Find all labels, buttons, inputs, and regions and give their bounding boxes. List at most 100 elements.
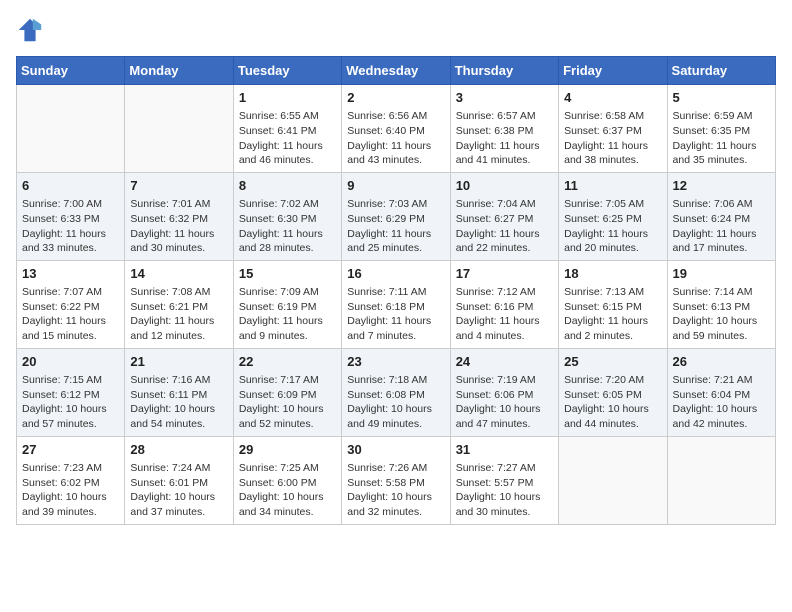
- day-info: Sunrise: 7:08 AM Sunset: 6:21 PM Dayligh…: [130, 285, 227, 344]
- day-number: 6: [22, 177, 119, 195]
- day-info: Sunrise: 7:06 AM Sunset: 6:24 PM Dayligh…: [673, 197, 770, 256]
- calendar-day-cell: 9 Sunrise: 7:03 AM Sunset: 6:29 PM Daylig…: [342, 172, 450, 260]
- weekday-header: Wednesday: [342, 57, 450, 85]
- day-number: 1: [239, 89, 336, 107]
- calendar-day-cell: 13 Sunrise: 7:07 AM Sunset: 6:22 PM Dayli…: [17, 260, 125, 348]
- day-info: Sunrise: 7:04 AM Sunset: 6:27 PM Dayligh…: [456, 197, 553, 256]
- calendar-week-row: 27Sunrise: 7:23 AM Sunset: 6:02 PM Dayli…: [17, 436, 776, 524]
- calendar-day-cell: 3 Sunrise: 6:57 AM Sunset: 6:38 PM Daylig…: [450, 85, 558, 173]
- day-number: 21: [130, 353, 227, 371]
- day-info: Sunrise: 7:05 AM Sunset: 6:25 PM Dayligh…: [564, 197, 661, 256]
- day-info: Sunrise: 7:26 AM Sunset: 5:58 PM Dayligh…: [347, 461, 444, 520]
- day-info: Sunrise: 7:20 AM Sunset: 6:05 PM Dayligh…: [564, 373, 661, 432]
- day-info: Sunrise: 6:57 AM Sunset: 6:38 PM Dayligh…: [456, 109, 553, 168]
- day-number: 22: [239, 353, 336, 371]
- day-info: Sunrise: 6:56 AM Sunset: 6:40 PM Dayligh…: [347, 109, 444, 168]
- day-info: Sunrise: 7:02 AM Sunset: 6:30 PM Dayligh…: [239, 197, 336, 256]
- calendar-day-cell: 14 Sunrise: 7:08 AM Sunset: 6:21 PM Dayli…: [125, 260, 233, 348]
- calendar-day-cell: 2 Sunrise: 6:56 AM Sunset: 6:40 PM Daylig…: [342, 85, 450, 173]
- day-number: 25: [564, 353, 661, 371]
- day-number: 5: [673, 89, 770, 107]
- day-number: 18: [564, 265, 661, 283]
- day-number: 12: [673, 177, 770, 195]
- day-info: Sunrise: 7:03 AM Sunset: 6:29 PM Dayligh…: [347, 197, 444, 256]
- day-number: 15: [239, 265, 336, 283]
- day-number: 14: [130, 265, 227, 283]
- calendar-day-cell: 20 Sunrise: 7:15 AM Sunset: 6:12 PM Dayli…: [17, 348, 125, 436]
- calendar-day-cell: 1 Sunrise: 6:55 AM Sunset: 6:41 PM Daylig…: [233, 85, 341, 173]
- day-number: 26: [673, 353, 770, 371]
- calendar-day-cell: [559, 436, 667, 524]
- day-number: 13: [22, 265, 119, 283]
- day-info: Sunrise: 7:09 AM Sunset: 6:19 PM Dayligh…: [239, 285, 336, 344]
- day-info: Sunrise: 6:58 AM Sunset: 6:37 PM Dayligh…: [564, 109, 661, 168]
- day-info: Sunrise: 7:24 AM Sunset: 6:01 PM Dayligh…: [130, 461, 227, 520]
- day-number: 3: [456, 89, 553, 107]
- calendar-week-row: 1 Sunrise: 6:55 AM Sunset: 6:41 PM Daylig…: [17, 85, 776, 173]
- logo-icon: [16, 16, 44, 44]
- calendar-week-row: 6 Sunrise: 7:00 AM Sunset: 6:33 PM Daylig…: [17, 172, 776, 260]
- day-number: 20: [22, 353, 119, 371]
- weekday-header: Monday: [125, 57, 233, 85]
- day-number: 24: [456, 353, 553, 371]
- day-info: Sunrise: 7:07 AM Sunset: 6:22 PM Dayligh…: [22, 285, 119, 344]
- weekday-header: Sunday: [17, 57, 125, 85]
- calendar-day-cell: 26 Sunrise: 7:21 AM Sunset: 6:04 PM Dayli…: [667, 348, 775, 436]
- day-number: 11: [564, 177, 661, 195]
- calendar-day-cell: 23Sunrise: 7:18 AM Sunset: 6:08 PM Dayli…: [342, 348, 450, 436]
- weekday-header: Saturday: [667, 57, 775, 85]
- day-info: Sunrise: 7:15 AM Sunset: 6:12 PM Dayligh…: [22, 373, 119, 432]
- day-number: 9: [347, 177, 444, 195]
- day-info: Sunrise: 7:27 AM Sunset: 5:57 PM Dayligh…: [456, 461, 553, 520]
- calendar-day-cell: [17, 85, 125, 173]
- calendar-day-cell: 15 Sunrise: 7:09 AM Sunset: 6:19 PM Dayli…: [233, 260, 341, 348]
- day-info: Sunrise: 7:16 AM Sunset: 6:11 PM Dayligh…: [130, 373, 227, 432]
- day-info: Sunrise: 6:55 AM Sunset: 6:41 PM Dayligh…: [239, 109, 336, 168]
- calendar-day-cell: [667, 436, 775, 524]
- day-number: 29: [239, 441, 336, 459]
- calendar-day-cell: [125, 85, 233, 173]
- day-number: 28: [130, 441, 227, 459]
- page-header: [16, 16, 776, 44]
- calendar-day-cell: 24 Sunrise: 7:19 AM Sunset: 6:06 PM Dayli…: [450, 348, 558, 436]
- weekday-header: Thursday: [450, 57, 558, 85]
- calendar-day-cell: 5 Sunrise: 6:59 AM Sunset: 6:35 PM Daylig…: [667, 85, 775, 173]
- calendar-day-cell: 16 Sunrise: 7:11 AM Sunset: 6:18 PM Dayli…: [342, 260, 450, 348]
- day-number: 8: [239, 177, 336, 195]
- calendar-day-cell: 22Sunrise: 7:17 AM Sunset: 6:09 PM Dayli…: [233, 348, 341, 436]
- day-number: 31: [456, 441, 553, 459]
- day-number: 7: [130, 177, 227, 195]
- day-info: Sunrise: 7:01 AM Sunset: 6:32 PM Dayligh…: [130, 197, 227, 256]
- calendar-day-cell: 18 Sunrise: 7:13 AM Sunset: 6:15 PM Dayli…: [559, 260, 667, 348]
- day-number: 16: [347, 265, 444, 283]
- logo: [16, 16, 48, 44]
- day-number: 4: [564, 89, 661, 107]
- calendar-header-row: SundayMondayTuesdayWednesdayThursdayFrid…: [17, 57, 776, 85]
- day-number: 23: [347, 353, 444, 371]
- calendar-day-cell: 11 Sunrise: 7:05 AM Sunset: 6:25 PM Dayli…: [559, 172, 667, 260]
- weekday-header: Friday: [559, 57, 667, 85]
- day-number: 19: [673, 265, 770, 283]
- calendar-day-cell: 8 Sunrise: 7:02 AM Sunset: 6:30 PM Daylig…: [233, 172, 341, 260]
- day-info: Sunrise: 7:11 AM Sunset: 6:18 PM Dayligh…: [347, 285, 444, 344]
- calendar-table: SundayMondayTuesdayWednesdayThursdayFrid…: [16, 56, 776, 525]
- calendar-day-cell: 25 Sunrise: 7:20 AM Sunset: 6:05 PM Dayli…: [559, 348, 667, 436]
- day-number: 2: [347, 89, 444, 107]
- calendar-day-cell: 12 Sunrise: 7:06 AM Sunset: 6:24 PM Dayli…: [667, 172, 775, 260]
- day-info: Sunrise: 7:19 AM Sunset: 6:06 PM Dayligh…: [456, 373, 553, 432]
- day-info: Sunrise: 6:59 AM Sunset: 6:35 PM Dayligh…: [673, 109, 770, 168]
- day-info: Sunrise: 7:21 AM Sunset: 6:04 PM Dayligh…: [673, 373, 770, 432]
- day-info: Sunrise: 7:13 AM Sunset: 6:15 PM Dayligh…: [564, 285, 661, 344]
- calendar-day-cell: 4 Sunrise: 6:58 AM Sunset: 6:37 PM Daylig…: [559, 85, 667, 173]
- calendar-week-row: 20 Sunrise: 7:15 AM Sunset: 6:12 PM Dayli…: [17, 348, 776, 436]
- day-info: Sunrise: 7:00 AM Sunset: 6:33 PM Dayligh…: [22, 197, 119, 256]
- calendar-day-cell: 31 Sunrise: 7:27 AM Sunset: 5:57 PM Dayli…: [450, 436, 558, 524]
- day-info: Sunrise: 7:14 AM Sunset: 6:13 PM Dayligh…: [673, 285, 770, 344]
- day-number: 30: [347, 441, 444, 459]
- weekday-header: Tuesday: [233, 57, 341, 85]
- day-number: 17: [456, 265, 553, 283]
- calendar-day-cell: 7 Sunrise: 7:01 AM Sunset: 6:32 PM Daylig…: [125, 172, 233, 260]
- calendar-day-cell: 28 Sunrise: 7:24 AM Sunset: 6:01 PM Dayli…: [125, 436, 233, 524]
- calendar-day-cell: 21 Sunrise: 7:16 AM Sunset: 6:11 PM Dayli…: [125, 348, 233, 436]
- calendar-day-cell: 17Sunrise: 7:12 AM Sunset: 6:16 PM Dayli…: [450, 260, 558, 348]
